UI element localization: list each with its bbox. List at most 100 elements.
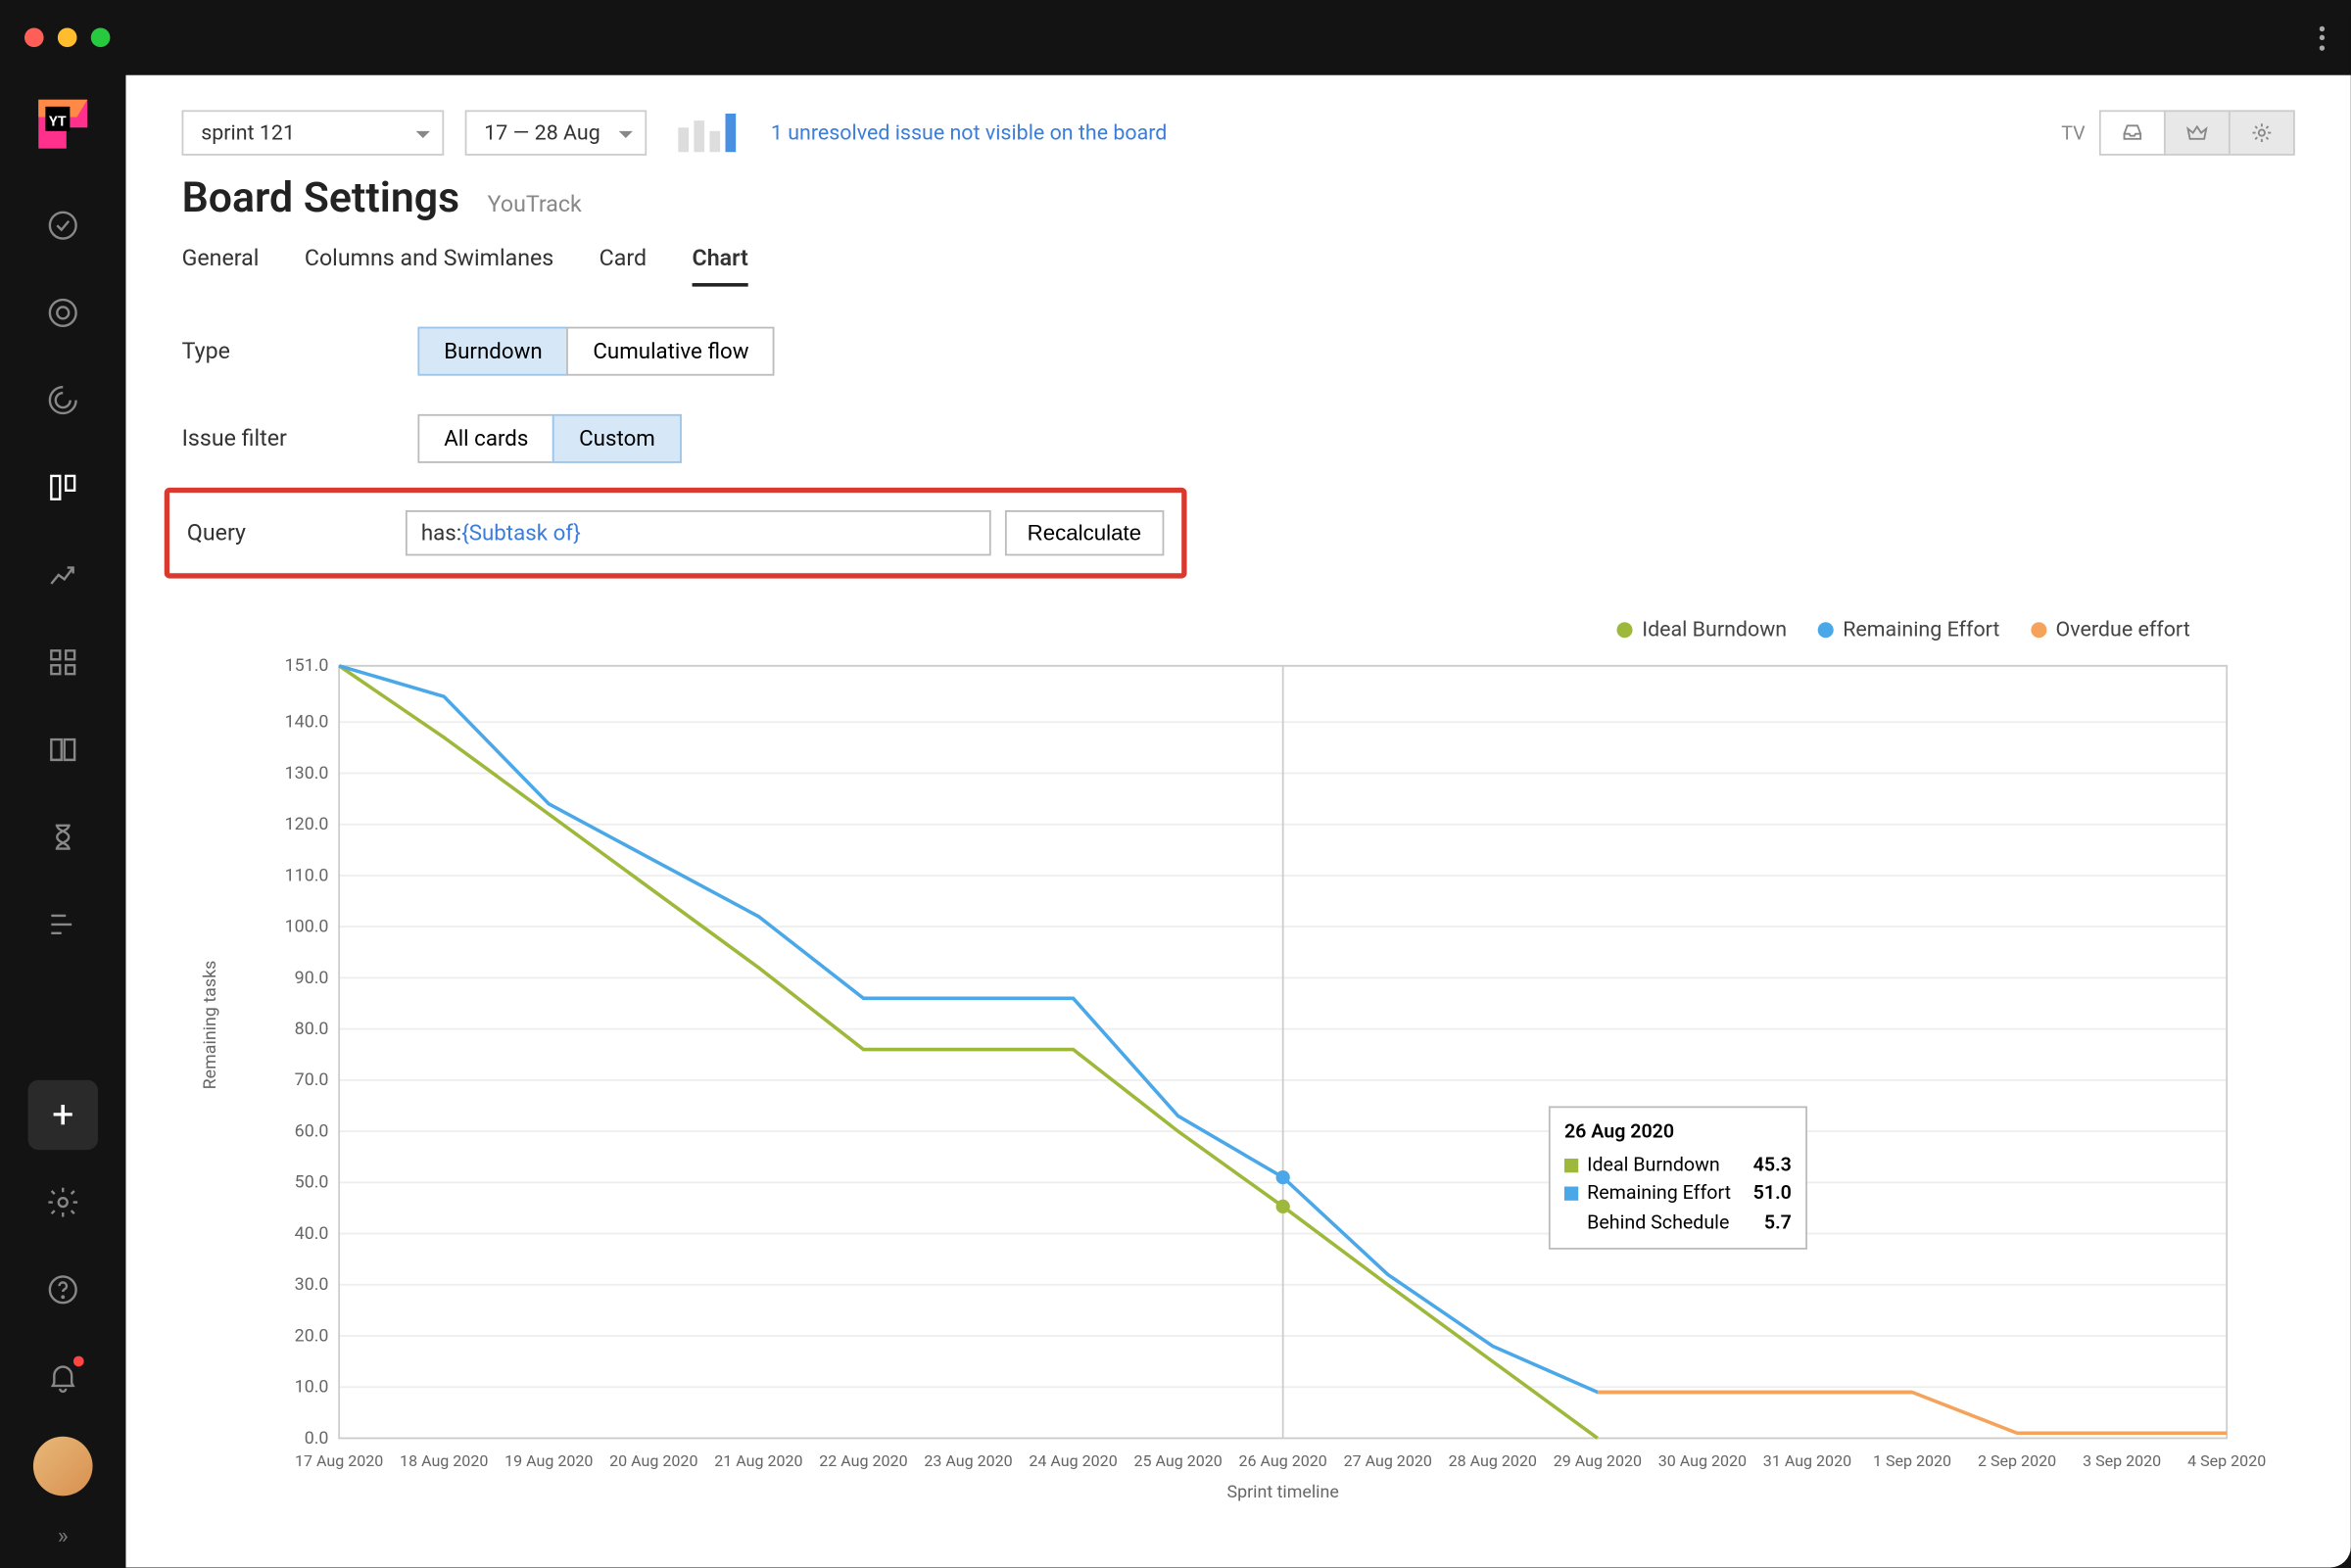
main-panel: sprint 121 17 — 28 Aug 1 unresolved issu… [125,75,2350,1568]
user-avatar[interactable] [33,1437,93,1497]
filter-option-custom[interactable]: Custom [552,414,681,463]
tooltip-value-0: 45.3 [1753,1151,1792,1179]
svg-text:Sprint timeline: Sprint timeline [1227,1482,1339,1502]
legend-label-remaining: Remaining Effort [1843,617,1999,641]
legend-dot-remaining [1818,621,1834,637]
settings-tabs: General Columns and Swimlanes Card Chart [182,247,2295,289]
board-icon[interactable] [28,452,98,522]
svg-text:70.0: 70.0 [295,1069,329,1090]
svg-text:27 Aug 2020: 27 Aug 2020 [1344,1451,1432,1470]
issue-filter-label: Issue filter [182,425,418,451]
left-sidebar: YT + » [0,75,125,1568]
svg-text:25 Aug 2020: 25 Aug 2020 [1133,1451,1222,1470]
svg-text:31 Aug 2020: 31 Aug 2020 [1763,1451,1851,1470]
svg-text:1 Sep 2020: 1 Sep 2020 [1873,1451,1951,1470]
svg-text:29 Aug 2020: 29 Aug 2020 [1554,1451,1642,1470]
gear-icon[interactable] [28,1167,98,1237]
tooltip-color-ideal [1564,1159,1578,1172]
youtrack-logo-icon[interactable]: YT [28,89,98,159]
tooltip-date: 26 Aug 2020 [1564,1118,1792,1147]
svg-text:23 Aug 2020: 23 Aug 2020 [924,1451,1012,1470]
svg-text:22 Aug 2020: 22 Aug 2020 [819,1451,907,1470]
svg-text:130.0: 130.0 [285,763,329,784]
collapse-sidebar-icon[interactable]: » [58,1524,69,1550]
window-titlebar [0,0,2351,75]
svg-text:28 Aug 2020: 28 Aug 2020 [1449,1451,1537,1470]
tab-chart[interactable]: Chart [693,247,748,287]
query-row-highlight: Query has: {Subtask of} Recalculate [165,488,1187,579]
chart-legend: Ideal Burndown Remaining Effort Overdue … [1617,617,2189,641]
query-input[interactable]: has: {Subtask of} [406,510,990,555]
tooltip-value-2: 5.7 [1764,1209,1792,1237]
tooltip-label-1: Remaining Effort [1587,1179,1731,1208]
svg-text:YT: YT [49,114,67,129]
tab-card[interactable]: Card [600,247,647,287]
svg-text:17 Aug 2020: 17 Aug 2020 [295,1451,383,1470]
type-label: Type [182,338,418,364]
close-window-icon[interactable] [24,28,44,48]
svg-text:120.0: 120.0 [285,814,329,834]
more-menu-icon[interactable] [2320,24,2327,52]
chart-tooltip: 26 Aug 2020 Ideal Burndown 45.3 Remaining… [1549,1106,1807,1249]
svg-text:140.0: 140.0 [285,712,329,733]
query-label: Query [187,520,406,546]
svg-text:2 Sep 2020: 2 Sep 2020 [1978,1451,2056,1470]
swirl-icon[interactable] [28,365,98,435]
date-range-select[interactable]: 17 — 28 Aug [465,110,648,155]
y-axis-label: Remaining tasks [202,961,221,1090]
svg-text:19 Aug 2020: 19 Aug 2020 [504,1451,593,1470]
bell-icon[interactable] [28,1342,98,1411]
knowledge-base-icon[interactable] [28,715,98,784]
svg-text:18 Aug 2020: 18 Aug 2020 [400,1451,488,1470]
svg-text:30.0: 30.0 [295,1274,329,1295]
life-ring-icon[interactable] [28,278,98,348]
type-option-cumulative[interactable]: Cumulative flow [567,327,776,376]
inbox-icon[interactable] [2099,110,2166,155]
dashboard-icon[interactable] [28,628,98,697]
svg-text:20 Aug 2020: 20 Aug 2020 [609,1451,697,1470]
svg-text:24 Aug 2020: 24 Aug 2020 [1029,1451,1117,1470]
filter-option-all[interactable]: All cards [417,414,554,463]
maximize-window-icon[interactable] [91,28,111,48]
tooltip-value-1: 51.0 [1753,1179,1792,1208]
svg-text:151.0: 151.0 [285,655,329,676]
query-token: {Subtask of} [461,520,581,546]
chart-svg: 0.010.020.030.040.050.060.070.080.090.01… [182,631,2279,1504]
svg-text:10.0: 10.0 [295,1377,329,1398]
crown-icon[interactable] [2164,110,2231,155]
svg-text:3 Sep 2020: 3 Sep 2020 [2083,1451,2161,1470]
tab-general[interactable]: General [182,247,260,287]
svg-text:110.0: 110.0 [285,865,329,885]
burndown-chart: Ideal Burndown Remaining Effort Overdue … [182,631,2295,1504]
tooltip-color-behind [1564,1215,1578,1229]
hourglass-icon[interactable] [28,802,98,872]
tab-columns-swimlanes[interactable]: Columns and Swimlanes [305,247,553,287]
svg-text:20.0: 20.0 [295,1325,329,1346]
add-button[interactable]: + [28,1080,98,1150]
mini-progress-bars [678,114,736,152]
minimize-window-icon[interactable] [58,28,77,48]
sprint-select[interactable]: sprint 121 [182,110,445,155]
board-warning-link[interactable]: 1 unresolved issue not visible on the bo… [771,120,1168,145]
tooltip-color-remaining [1564,1187,1578,1201]
svg-text:80.0: 80.0 [295,1019,329,1039]
gantt-icon[interactable] [28,889,98,959]
svg-text:21 Aug 2020: 21 Aug 2020 [714,1451,802,1470]
traffic-lights [24,28,110,48]
svg-text:90.0: 90.0 [295,968,329,988]
svg-text:4 Sep 2020: 4 Sep 2020 [2187,1451,2266,1470]
help-icon[interactable] [28,1255,98,1324]
reports-icon[interactable] [28,540,98,609]
type-option-burndown[interactable]: Burndown [417,327,568,376]
tooltip-label-0: Ideal Burndown [1587,1151,1720,1179]
checkmark-circle-icon[interactable] [28,190,98,260]
type-segmented: Burndown Cumulative flow [417,327,775,376]
recalculate-button[interactable]: Recalculate [1004,510,1164,555]
query-text-prefix: has: [421,520,461,546]
settings-gear-icon[interactable] [2229,110,2295,155]
svg-text:26 Aug 2020: 26 Aug 2020 [1239,1451,1327,1470]
tv-mode-label[interactable]: TV [2061,121,2085,144]
svg-text:100.0: 100.0 [285,917,329,937]
legend-dot-ideal [1617,621,1633,637]
svg-text:50.0: 50.0 [295,1172,329,1193]
